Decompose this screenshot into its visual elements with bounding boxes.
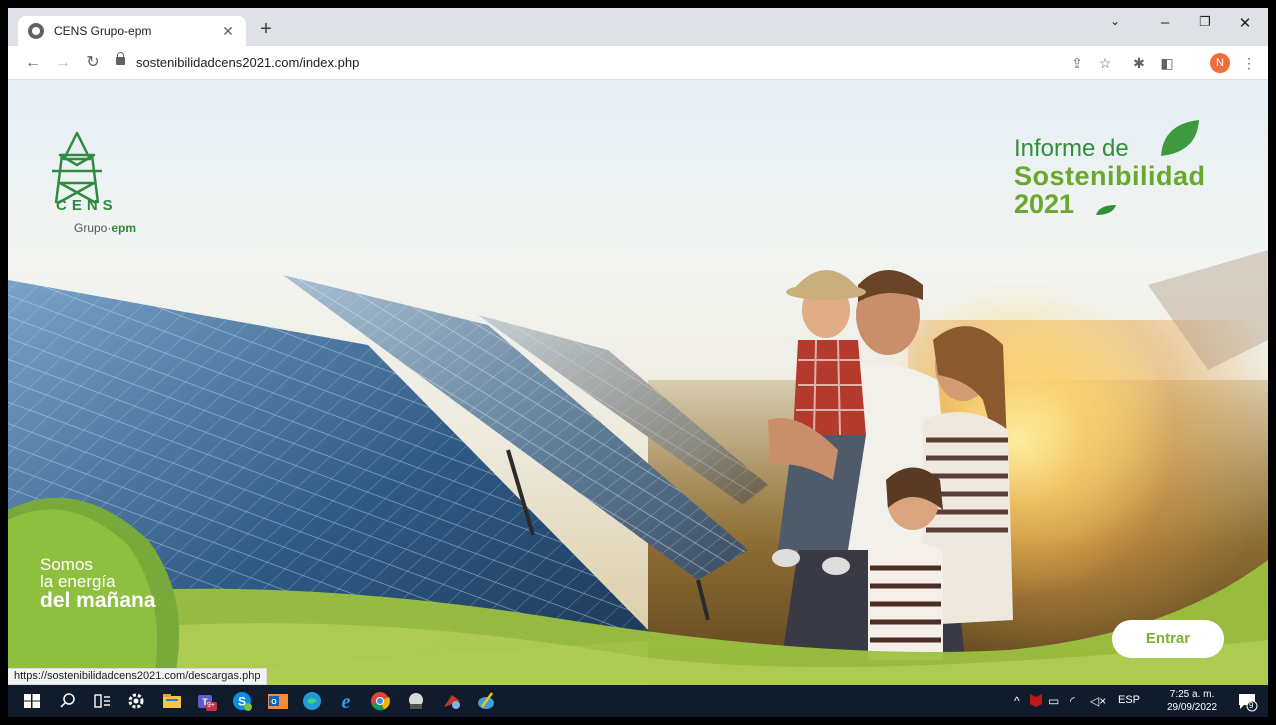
tagline-line2: la energía [40,572,116,591]
tagline-line1: Somos [40,555,93,574]
extensions-puzzle-icon[interactable]: ✱ [1130,54,1148,72]
new-tab-button[interactable]: + [254,18,278,42]
report-title-line2: Sostenibilidad [1014,161,1206,191]
enter-button[interactable]: Entrar [1112,620,1224,658]
task-view-icon[interactable] [90,689,114,713]
clock-time: 7:25 a. m. [1169,689,1215,700]
tagline: Somos la energía del mañana [40,556,156,612]
notifications-icon[interactable] [1236,690,1258,712]
page-viewport: CENS Grupo·epm Informe de Sostenibilidad… [8,80,1268,685]
bookmark-star-icon[interactable]: ☆ [1096,54,1114,72]
skype-icon[interactable]: S [230,689,254,713]
small-leaf-icon [1096,205,1116,215]
browser-toolbar: ← → ↻ sostenibilidadcens2021.com/index.p… [8,46,1268,80]
wifi-icon[interactable]: ◜ [1070,694,1075,708]
url-text: sostenibilidadcens2021.com/index.php [136,55,360,70]
svg-text:O: O [271,699,277,706]
tab-title: CENS Grupo-epm [54,24,152,38]
network-icon[interactable]: ▭ [1048,694,1059,708]
teams-icon[interactable]: T [194,689,218,713]
side-panel-icon[interactable]: ◧ [1158,54,1176,72]
globe-icon [28,23,44,39]
tab-strip: CENS Grupo-epm ✕ + ⌄ – ❐ ✕ [8,8,1268,46]
taskbar-clock[interactable]: 7:25 a. m. 29/09/2022 [1163,688,1221,714]
back-arrow-icon[interactable]: ← [22,52,44,74]
link-status-url: https://sostenibilidadcens2021.com/desca… [8,668,268,685]
outlook-icon[interactable]: O [266,689,290,713]
report-year: 2021 [1014,189,1075,219]
clock-date: 29/09/2022 [1166,702,1218,713]
settings-gear-icon[interactable] [124,689,148,713]
restore-button[interactable]: ❐ [1192,14,1218,30]
file-explorer-icon[interactable] [160,689,184,713]
language-indicator[interactable]: ESP [1118,694,1140,706]
remote-app-icon[interactable] [404,689,428,713]
windows-start-icon[interactable] [20,689,44,713]
internet-explorer-icon[interactable]: e [334,689,358,713]
address-bar[interactable]: sostenibilidadcens2021.com/index.php [116,50,1101,76]
volume-muted-icon[interactable]: ◁× [1090,694,1106,708]
close-window-button[interactable]: ✕ [1232,14,1258,32]
tab-search-icon[interactable]: ⌄ [1102,14,1128,28]
screen: CENS Grupo-epm ✕ + ⌄ – ❐ ✕ ← → ↻ sosteni… [8,8,1268,717]
profile-avatar[interactable]: N [1210,53,1230,73]
report-title-line1: Informe de [1014,135,1129,162]
menu-kebab-icon[interactable]: ⋮ [1240,54,1258,72]
minimize-button[interactable]: – [1152,14,1178,31]
grupo-epm-label: Grupo·epm [74,221,137,235]
share-icon[interactable]: ⇪ [1068,54,1086,72]
tagline-line3: del mañana [40,589,156,612]
browser-tab[interactable]: CENS Grupo-epm ✕ [18,16,246,46]
edge-icon[interactable] [300,689,324,713]
teams-badge: 9+ [207,702,215,709]
tray-chevron-icon[interactable]: ^ [1014,694,1020,708]
reload-icon[interactable]: ↻ [82,52,104,74]
report-title: Informe de Sostenibilidad 2021 [1014,135,1234,219]
cens-logo-text: CENS [56,197,118,214]
notification-count: 9 [1249,701,1254,710]
search-icon[interactable] [56,689,80,713]
tool-app-icon[interactable] [440,689,464,713]
paint-app-icon[interactable] [474,689,498,713]
chrome-icon[interactable] [368,689,392,713]
mcafee-icon[interactable] [1028,692,1044,708]
lock-icon [116,52,125,65]
svg-text:e: e [342,691,351,713]
windows-taskbar: T 9+ S O e ^ ▭ ◜ ◁× ESP 7:25 a. m. 29/09… [8,685,1268,717]
close-tab-icon[interactable]: ✕ [220,23,236,40]
forward-arrow-icon[interactable]: → [52,52,74,74]
